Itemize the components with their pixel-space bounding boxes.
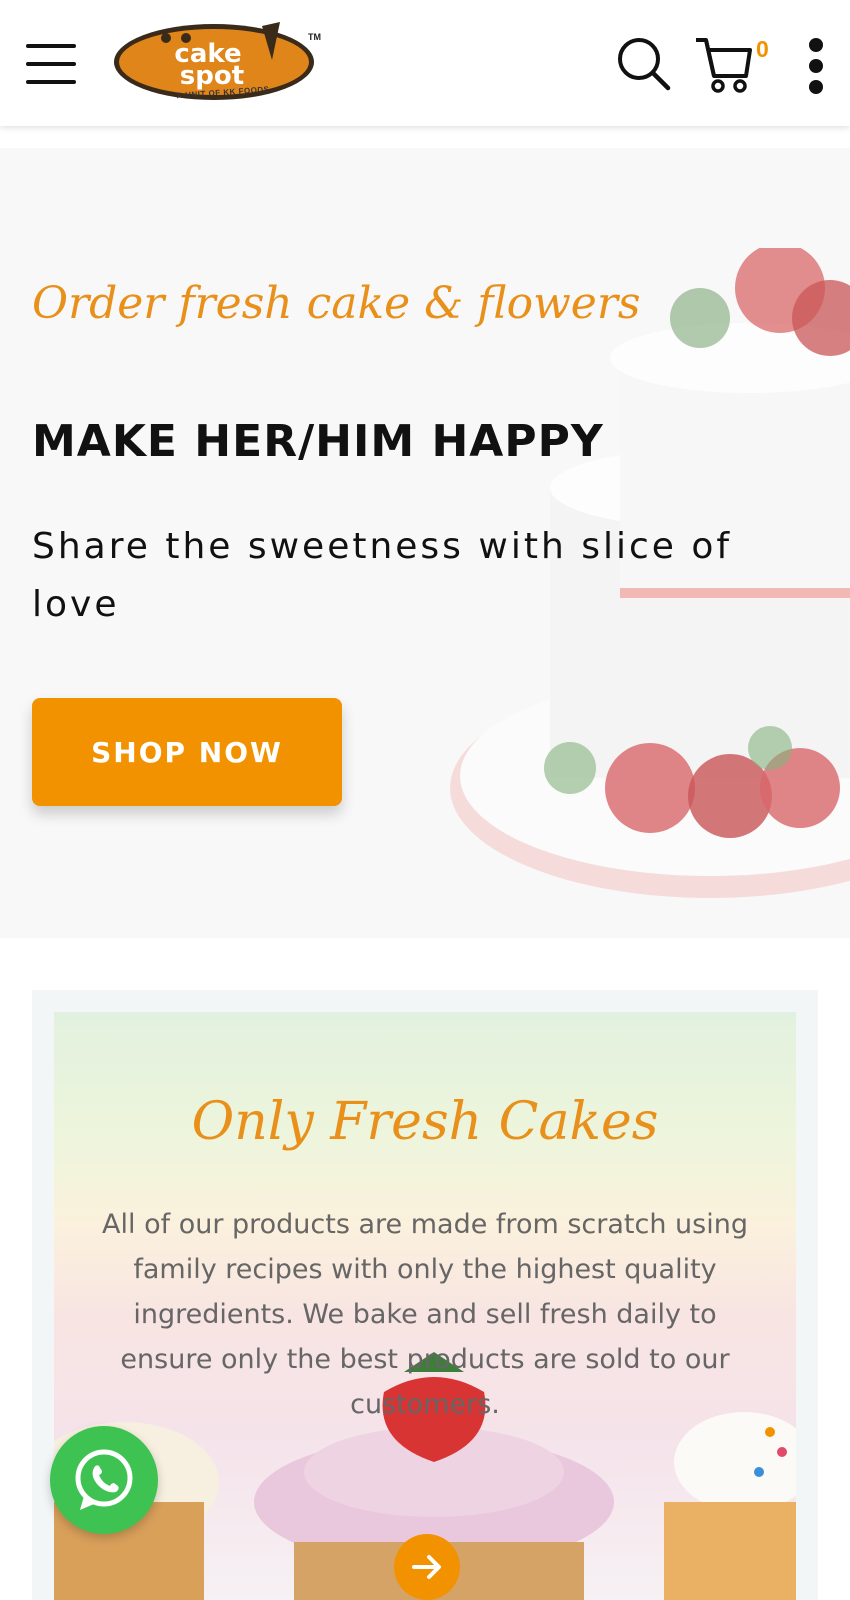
shop-now-button[interactable]: SHOP NOW: [32, 698, 342, 806]
logo[interactable]: cake spot TM A UNIT OF KK FOODS: [112, 20, 327, 112]
whatsapp-icon: [75, 1449, 133, 1510]
hero-title: MAKE HER/HIM HAPPY: [32, 416, 604, 467]
fresh-cakes-title: Only Fresh Cakes: [191, 1092, 659, 1152]
fresh-cakes-panel: Only Fresh Cakes All of our products are…: [54, 1012, 796, 1600]
more-dot: [809, 38, 823, 52]
search-button[interactable]: [616, 36, 672, 92]
site-header: cake spot TM A UNIT OF KK FOODS 0: [0, 0, 850, 126]
next-slide-button[interactable]: [394, 1534, 460, 1600]
menu-icon-bar: [26, 44, 76, 48]
hero-banner: Order fresh cake & flowers MAKE HER/HIM …: [0, 148, 850, 938]
hero-subtitle: Share the sweetness with slice of love: [32, 526, 733, 625]
cart-count-badge: 0: [756, 36, 769, 62]
menu-button[interactable]: [26, 44, 78, 86]
arrow-right-icon: [412, 1555, 441, 1579]
logo-mark: cake spot: [114, 22, 314, 100]
cart-button[interactable]: [694, 36, 754, 94]
more-dot: [809, 80, 823, 94]
logo-trademark: TM: [308, 32, 321, 42]
more-vert-icon[interactable]: [806, 38, 826, 94]
menu-icon-bar: [26, 62, 76, 66]
menu-icon-bar: [26, 80, 76, 84]
whatsapp-button[interactable]: [50, 1426, 158, 1534]
hero-tagline: Order fresh cake & flowers: [32, 278, 641, 329]
fresh-cakes-description: All of our products are made from scratc…: [102, 1209, 748, 1420]
cart-icon: [696, 38, 752, 93]
more-dot: [809, 59, 823, 73]
search-icon: [618, 38, 671, 91]
